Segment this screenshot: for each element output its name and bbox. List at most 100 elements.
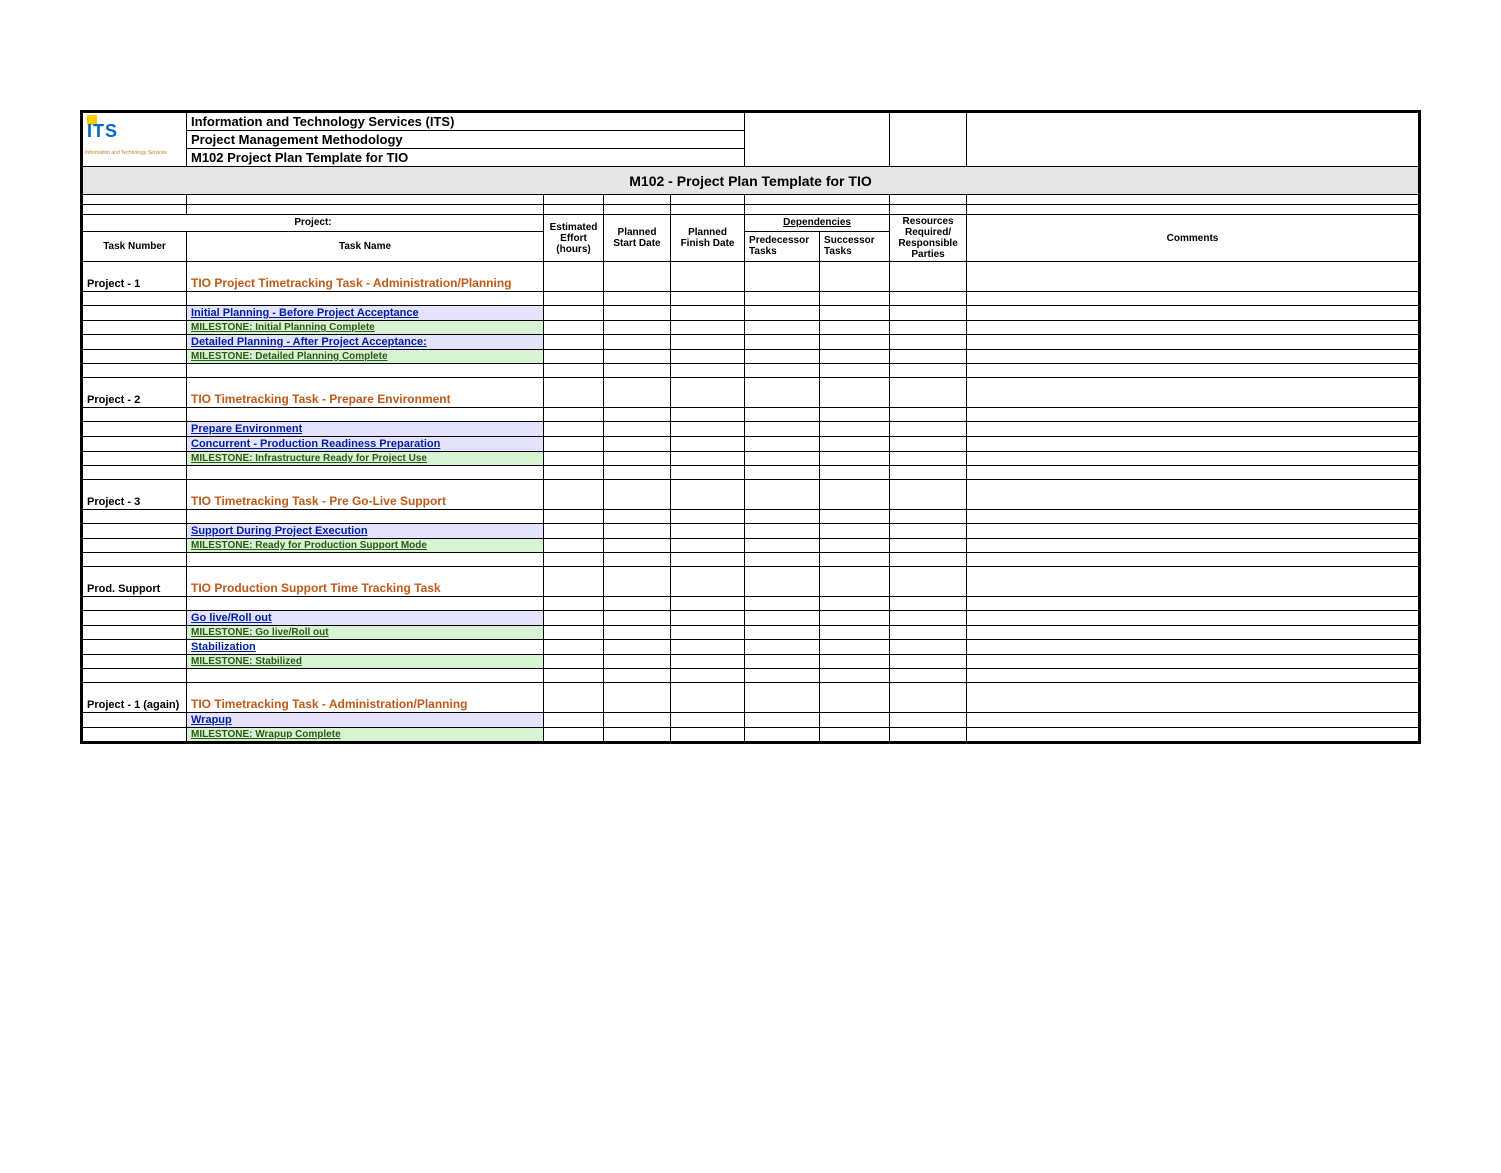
cell[interactable] [745, 640, 820, 655]
cell[interactable] [820, 422, 890, 437]
cell[interactable] [745, 306, 820, 321]
cell[interactable] [820, 728, 890, 742]
task-link-cell[interactable]: Concurrent - Production Readiness Prepar… [187, 437, 544, 452]
cell[interactable] [671, 553, 745, 567]
cell[interactable] [671, 655, 745, 669]
cell[interactable] [671, 597, 745, 611]
task-number-cell[interactable] [83, 611, 187, 626]
cell[interactable] [604, 683, 671, 713]
cell[interactable] [745, 728, 820, 742]
cell[interactable] [671, 728, 745, 742]
cell[interactable] [745, 422, 820, 437]
cell[interactable] [890, 437, 967, 452]
cell[interactable] [544, 452, 604, 466]
cell[interactable] [967, 567, 1419, 597]
cell[interactable] [967, 350, 1419, 364]
cell[interactable] [820, 683, 890, 713]
cell[interactable] [604, 597, 671, 611]
cell[interactable] [890, 626, 967, 640]
cell[interactable] [890, 378, 967, 408]
cell[interactable] [820, 321, 890, 335]
cell[interactable] [890, 524, 967, 539]
cell[interactable] [671, 567, 745, 597]
cell[interactable] [967, 669, 1419, 683]
task-number-cell[interactable] [83, 452, 187, 466]
section-title-cell[interactable]: TIO Timetracking Task - Pre Go-Live Supp… [187, 480, 544, 510]
milestone-cell[interactable]: MILESTONE: Wrapup Complete [187, 728, 544, 742]
task-number-cell[interactable] [83, 510, 187, 524]
cell[interactable] [671, 292, 745, 306]
task-name-cell[interactable] [187, 553, 544, 567]
cell[interactable] [745, 408, 820, 422]
task-name-cell[interactable] [187, 466, 544, 480]
cell[interactable] [604, 408, 671, 422]
cell[interactable] [604, 655, 671, 669]
cell[interactable] [967, 713, 1419, 728]
cell[interactable] [745, 553, 820, 567]
cell[interactable] [820, 655, 890, 669]
cell[interactable] [890, 364, 967, 378]
cell[interactable] [604, 728, 671, 742]
cell[interactable] [671, 437, 745, 452]
cell[interactable] [604, 669, 671, 683]
cell[interactable] [820, 306, 890, 321]
cell[interactable] [967, 422, 1419, 437]
cell[interactable] [544, 539, 604, 553]
cell[interactable] [604, 713, 671, 728]
cell[interactable] [890, 321, 967, 335]
task-number-cell[interactable] [83, 669, 187, 683]
cell[interactable] [890, 655, 967, 669]
cell[interactable] [890, 597, 967, 611]
task-number-cell[interactable]: Project - 3 [83, 480, 187, 510]
cell[interactable] [745, 626, 820, 640]
cell[interactable] [820, 480, 890, 510]
cell[interactable] [604, 510, 671, 524]
cell[interactable] [544, 567, 604, 597]
cell[interactable] [544, 350, 604, 364]
cell[interactable] [544, 524, 604, 539]
cell[interactable] [967, 510, 1419, 524]
cell[interactable] [671, 452, 745, 466]
task-name-cell[interactable] [187, 292, 544, 306]
cell[interactable] [890, 611, 967, 626]
cell[interactable] [544, 597, 604, 611]
cell[interactable] [604, 539, 671, 553]
cell[interactable] [745, 364, 820, 378]
milestone-cell[interactable]: MILESTONE: Ready for Production Support … [187, 539, 544, 553]
cell[interactable] [890, 539, 967, 553]
cell[interactable] [967, 335, 1419, 350]
cell[interactable] [967, 262, 1419, 292]
cell[interactable] [820, 408, 890, 422]
cell[interactable] [544, 364, 604, 378]
cell[interactable] [967, 597, 1419, 611]
cell[interactable] [604, 553, 671, 567]
cell[interactable] [967, 364, 1419, 378]
cell[interactable] [604, 422, 671, 437]
cell[interactable] [604, 452, 671, 466]
cell[interactable] [745, 350, 820, 364]
cell[interactable] [745, 539, 820, 553]
cell[interactable] [890, 466, 967, 480]
task-number-cell[interactable] [83, 640, 187, 655]
task-number-cell[interactable] [83, 321, 187, 335]
cell[interactable] [890, 292, 967, 306]
cell[interactable] [671, 422, 745, 437]
task-number-cell[interactable] [83, 466, 187, 480]
cell[interactable] [820, 713, 890, 728]
cell[interactable] [745, 480, 820, 510]
cell[interactable] [604, 335, 671, 350]
cell[interactable] [671, 669, 745, 683]
cell[interactable] [544, 378, 604, 408]
cell[interactable] [544, 321, 604, 335]
task-number-cell[interactable] [83, 408, 187, 422]
task-number-cell[interactable] [83, 306, 187, 321]
cell[interactable] [604, 350, 671, 364]
cell[interactable] [890, 713, 967, 728]
cell[interactable] [544, 292, 604, 306]
cell[interactable] [671, 510, 745, 524]
cell[interactable] [967, 683, 1419, 713]
task-number-cell[interactable] [83, 655, 187, 669]
cell[interactable] [604, 611, 671, 626]
task-name-cell[interactable] [187, 510, 544, 524]
cell[interactable] [544, 335, 604, 350]
